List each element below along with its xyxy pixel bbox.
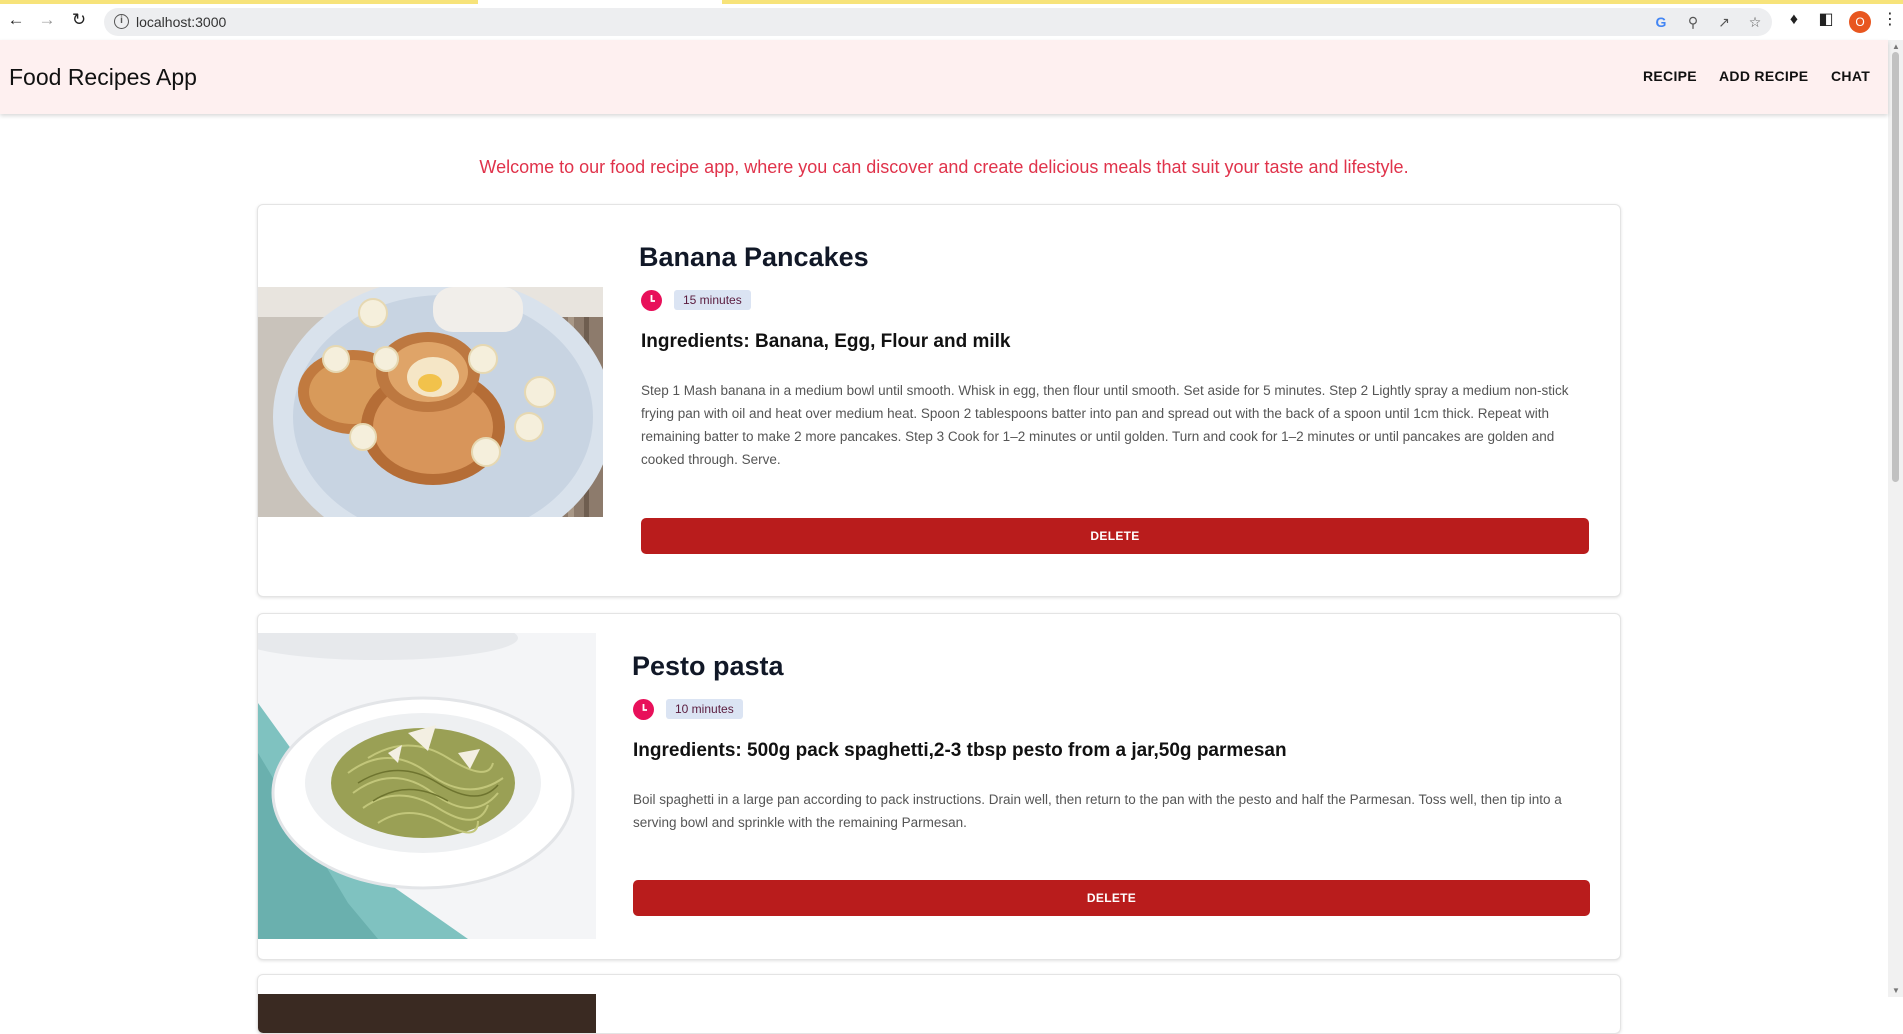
recipe-title: Banana Pancakes xyxy=(639,242,869,272)
delete-button[interactable]: DELETE xyxy=(633,880,1590,916)
url-text: localhost:3000 xyxy=(136,14,227,30)
scroll-down-icon[interactable]: ▼ xyxy=(1892,986,1900,995)
extensions-icon[interactable]: ♦ xyxy=(1784,10,1804,30)
clock-icon xyxy=(633,699,654,720)
recipe-steps: Boil spaghetti in a large pan according … xyxy=(633,792,1562,830)
delete-button[interactable]: DELETE xyxy=(641,518,1589,554)
site-info-icon[interactable]: i xyxy=(114,14,129,29)
reload-icon[interactable]: ↻ xyxy=(70,11,88,29)
recipe-image xyxy=(258,633,596,939)
recipe-ingredients: Ingredients: Banana, Egg, Flour and milk xyxy=(641,331,1011,352)
time-badge: 10 minutes xyxy=(666,699,743,719)
recipe-card xyxy=(257,974,1621,1034)
time-badge: 15 minutes xyxy=(674,290,751,310)
scrollbar-thumb[interactable] xyxy=(1892,52,1899,482)
scroll-up-icon[interactable]: ▲ xyxy=(1892,42,1900,51)
google-icon[interactable]: G xyxy=(1652,13,1670,31)
app-title[interactable]: Food Recipes App xyxy=(9,64,197,91)
side-panel-icon[interactable]: ◧ xyxy=(1816,10,1836,30)
menu-kebab-icon[interactable]: ⋮ xyxy=(1880,10,1900,30)
loading-bar xyxy=(0,0,478,4)
browser-toolbar: ← → ↻ i localhost:3000 G ⚲ ↗ ☆ ♦ ◧ O ⋮ xyxy=(0,0,1903,40)
nav-add-recipe[interactable]: ADD RECIPE xyxy=(1719,68,1808,84)
address-bar[interactable]: i localhost:3000 G ⚲ ↗ ☆ xyxy=(104,8,1772,36)
nav-recipe[interactable]: RECIPE xyxy=(1643,68,1697,84)
back-icon[interactable]: ← xyxy=(7,11,25,29)
recipe-image xyxy=(258,287,603,517)
nav-chat[interactable]: CHAT xyxy=(1831,68,1870,84)
zoom-icon[interactable]: ⚲ xyxy=(1684,13,1702,31)
share-icon[interactable]: ↗ xyxy=(1715,13,1733,31)
profile-avatar[interactable]: O xyxy=(1849,11,1871,33)
welcome-message: Welcome to our food recipe app, where yo… xyxy=(479,157,1409,177)
bookmark-star-icon[interactable]: ☆ xyxy=(1746,13,1764,31)
recipe-steps: Step 1 Mash banana in a medium bowl unti… xyxy=(641,383,1569,467)
page-scrollbar[interactable]: ▲ ▼ xyxy=(1888,40,1903,997)
clock-icon xyxy=(641,290,662,311)
app-header: Food Recipes App RECIPE ADD RECIPE CHAT xyxy=(0,40,1888,114)
forward-icon[interactable]: → xyxy=(38,11,56,29)
loading-bar xyxy=(722,0,1903,4)
cook-time: 15 minutes xyxy=(641,289,841,311)
recipe-ingredients: Ingredients: 500g pack spaghetti,2-3 tbs… xyxy=(633,740,1287,761)
recipe-card: Pesto pasta 10 minutes Ingredients: 500g… xyxy=(257,613,1621,960)
recipe-image xyxy=(258,994,596,1033)
recipe-title: Pesto pasta xyxy=(632,651,784,681)
recipe-card: Banana Pancakes 15 minutes Ingredients: … xyxy=(257,204,1621,597)
cook-time: 10 minutes xyxy=(633,698,833,720)
